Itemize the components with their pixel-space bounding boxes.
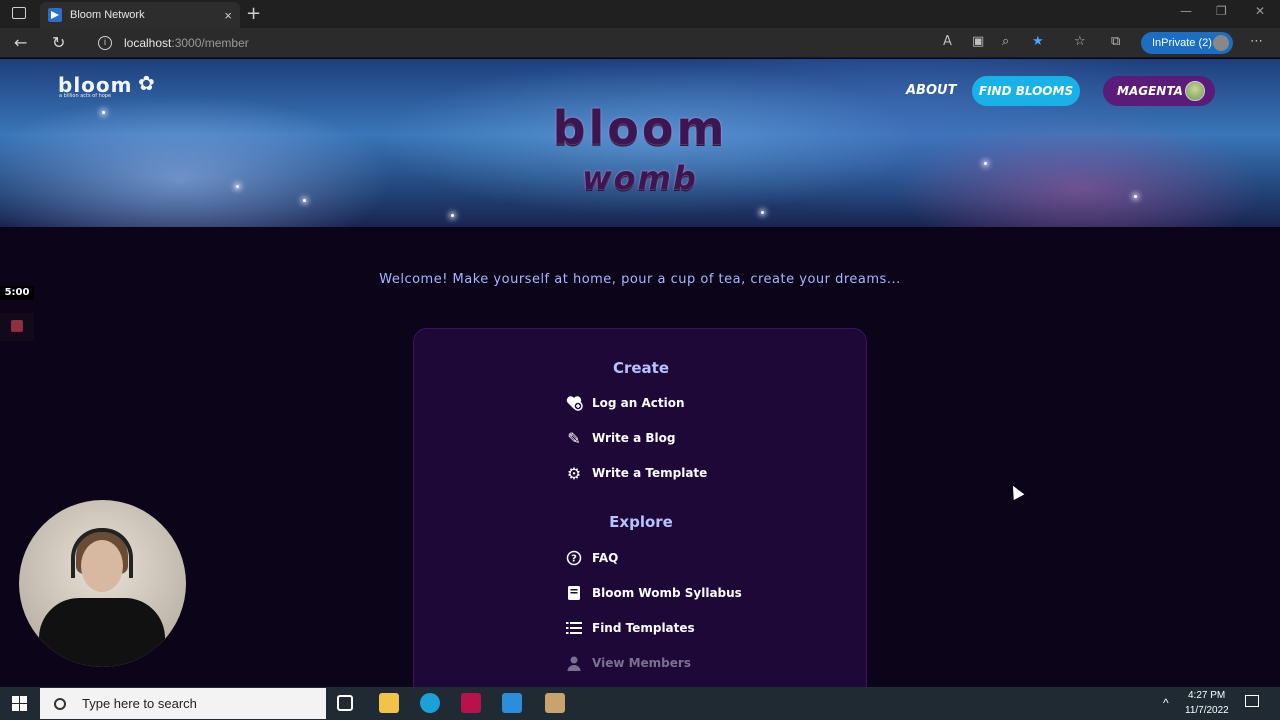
star-decoration xyxy=(303,199,306,202)
site-favicon-icon xyxy=(48,8,62,22)
new-tab-button[interactable]: + xyxy=(246,3,261,24)
tray-expand-icon[interactable]: ^ xyxy=(1163,696,1169,710)
explore-heading: Explore xyxy=(609,513,673,531)
write-template-label: Write a Template xyxy=(592,466,708,480)
find-templates-link[interactable]: Find Templates xyxy=(564,618,695,638)
member-menu-card: Create Log an Action ✎ Write a Blog ⚙ Wr… xyxy=(413,328,867,687)
faq-label: FAQ xyxy=(592,551,619,565)
question-circle-icon: ? xyxy=(564,548,584,568)
favorites-icon[interactable]: ☆ xyxy=(1074,34,1086,49)
minimize-icon[interactable]: — xyxy=(1180,4,1192,18)
hero-banner: bloom a billion acts of hope ✿ bloom wom… xyxy=(0,59,1280,227)
nav-about-link[interactable]: ABOUT xyxy=(906,83,956,98)
address-toolbar: ← ↻ i localhost:3000/member A ▣ ⌕ ★ ☆ ⧉ … xyxy=(0,28,1280,58)
more-menu-icon[interactable]: ⋯ xyxy=(1250,34,1263,49)
write-blog-link[interactable]: ✎ Write a Blog xyxy=(564,428,675,448)
view-members-label: View Members xyxy=(592,656,691,670)
user-name: MAGENTA xyxy=(1117,84,1183,98)
url-path: :3000/member xyxy=(171,36,249,50)
page-title: bloom xyxy=(552,101,728,155)
browser-tab-bar: Bloom Network × + — ❐ ✕ xyxy=(0,0,1280,28)
clock-time: 4:27 PM xyxy=(1188,690,1226,701)
windows-taskbar: Type here to search ^ 4:27 PM 11/7/2022 xyxy=(0,687,1280,720)
log-action-link[interactable]: Log an Action xyxy=(564,393,685,413)
view-members-link[interactable]: View Members xyxy=(564,653,691,673)
back-icon[interactable]: ← xyxy=(14,33,27,52)
zoom-icon[interactable]: ⌕ xyxy=(1002,34,1009,49)
write-template-link[interactable]: ⚙ Write a Template xyxy=(564,463,707,483)
syllabus-label: Bloom Womb Syllabus xyxy=(592,586,742,600)
star-decoration xyxy=(451,214,454,217)
tab-actions-icon[interactable] xyxy=(12,7,26,19)
vscode-icon[interactable] xyxy=(502,693,522,713)
page-subtitle: womb xyxy=(582,159,698,197)
immersive-reader-icon[interactable]: ▣ xyxy=(972,34,984,49)
mouse-cursor xyxy=(1007,482,1025,501)
star-decoration xyxy=(761,211,764,214)
svg-text:?: ? xyxy=(571,554,577,565)
site-info-icon[interactable]: i xyxy=(98,36,112,50)
notifications-icon[interactable] xyxy=(1245,695,1259,707)
url-host: localhost xyxy=(124,36,172,50)
search-icon xyxy=(54,697,66,710)
maximize-icon[interactable]: ❐ xyxy=(1216,4,1227,18)
inprivate-label: InPrivate (2) xyxy=(1152,37,1212,49)
browser-tab[interactable]: Bloom Network × xyxy=(40,2,240,28)
tab-close-icon[interactable]: × xyxy=(224,8,232,23)
site-logo-tagline: a billion acts of hope xyxy=(59,93,112,99)
task-view-icon[interactable] xyxy=(337,695,353,711)
heart-plus-icon xyxy=(564,393,584,413)
read-aloud-icon[interactable]: A xyxy=(943,34,952,49)
headphones-icon xyxy=(71,528,133,578)
file-explorer-icon[interactable] xyxy=(379,693,399,713)
close-window-icon[interactable]: ✕ xyxy=(1255,4,1265,18)
paint-app-icon[interactable] xyxy=(545,693,565,713)
pencil-icon: ✎ xyxy=(567,428,581,448)
gear-icon: ⚙ xyxy=(566,463,582,483)
user-avatar xyxy=(1185,81,1205,101)
windows-start-icon[interactable] xyxy=(12,696,27,711)
page-content: bloom a billion acts of hope ✿ bloom wom… xyxy=(0,59,1280,687)
welcome-message: Welcome! Make yourself at home, pour a c… xyxy=(379,272,901,287)
webcam-overlay xyxy=(19,500,186,667)
recording-timer: 5:00 xyxy=(0,286,34,300)
person-icon xyxy=(564,653,584,673)
find-templates-label: Find Templates xyxy=(592,621,695,635)
favorite-star-icon[interactable]: ★ xyxy=(1032,34,1044,49)
taskbar-search-box[interactable]: Type here to search xyxy=(40,688,326,719)
write-blog-label: Write a Blog xyxy=(592,431,676,445)
syllabus-link[interactable]: Bloom Womb Syllabus xyxy=(564,583,742,603)
clock-date: 11/7/2022 xyxy=(1185,705,1229,716)
profile-avatar xyxy=(1213,35,1229,51)
flower-logo-icon: ✿ xyxy=(138,71,155,95)
faq-link[interactable]: ? FAQ xyxy=(564,548,618,568)
find-blooms-button[interactable]: FIND BLOOMS xyxy=(972,76,1080,106)
collections-icon[interactable]: ⧉ xyxy=(1111,34,1120,49)
taskbar-search-placeholder: Type here to search xyxy=(82,696,197,711)
log-action-label: Log an Action xyxy=(592,396,685,410)
url-bar[interactable]: i localhost:3000/member xyxy=(88,31,928,55)
user-menu-button[interactable]: MAGENTA xyxy=(1103,76,1215,106)
tab-title: Bloom Network xyxy=(70,9,145,21)
create-heading: Create xyxy=(612,359,670,377)
edge-browser-icon[interactable] xyxy=(420,693,440,713)
refresh-icon[interactable]: ↻ xyxy=(52,33,65,52)
list-icon xyxy=(564,618,584,638)
book-icon xyxy=(564,583,584,603)
inprivate-badge[interactable]: InPrivate (2) xyxy=(1141,32,1233,54)
webcam-person-body xyxy=(39,598,165,667)
indesign-icon[interactable] xyxy=(461,693,481,713)
stop-recording-button[interactable] xyxy=(0,313,34,341)
